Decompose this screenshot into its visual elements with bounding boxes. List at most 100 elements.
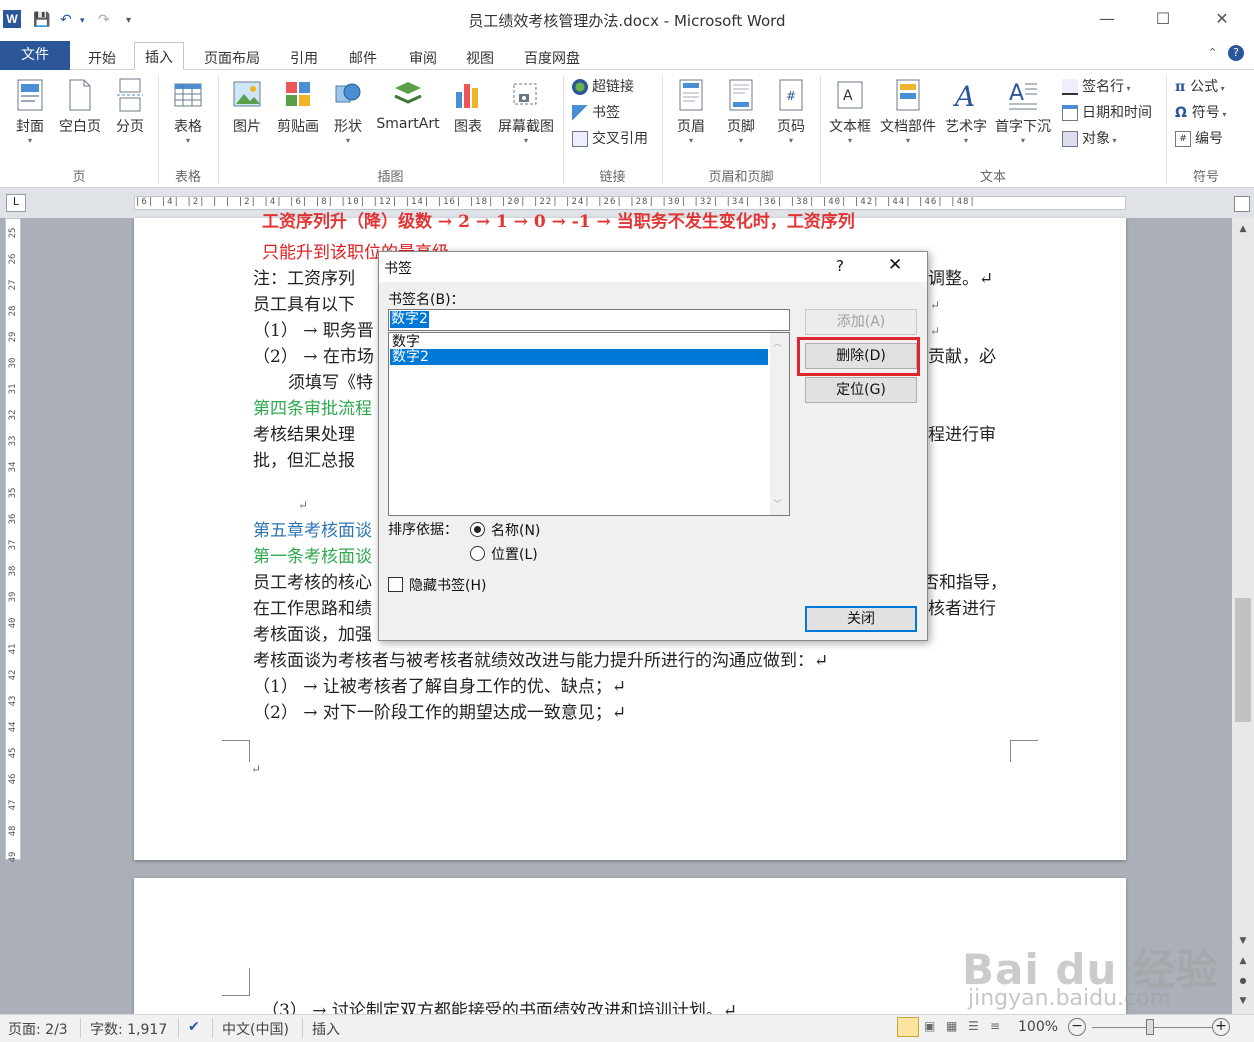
zoom-in-button[interactable]: +	[1212, 1018, 1230, 1036]
full-screen-reading-icon[interactable]: ▣	[924, 1019, 935, 1033]
insert-mode[interactable]: 插入	[312, 1019, 340, 1039]
dialog-title-bar	[379, 252, 927, 282]
close-dialog-button[interactable]: 关闭	[805, 606, 917, 632]
tab-view[interactable]: 视图	[456, 44, 504, 70]
blank-page-button[interactable]: 空白页	[56, 78, 104, 136]
hidden-bookmarks-checkbox[interactable]	[388, 577, 403, 592]
svg-text:A: A	[843, 88, 853, 104]
group-label-pages: 页	[72, 170, 86, 185]
add-bookmark-button[interactable]: 添加(A)	[805, 309, 917, 335]
draft-view-icon[interactable]: ≡	[990, 1019, 1000, 1033]
language-indicator[interactable]: 中文(中国)	[222, 1019, 289, 1039]
drop-cap-button[interactable]: A 首字下沉 ▾	[992, 78, 1054, 145]
outline-view-icon[interactable]: ☰	[968, 1019, 979, 1033]
print-layout-view-button[interactable]	[897, 1017, 919, 1037]
cover-page-icon	[17, 79, 43, 111]
bookmark-name-input[interactable]	[388, 309, 790, 331]
quick-parts-icon	[896, 79, 920, 111]
dialog-close-icon[interactable]: ✕	[888, 255, 902, 275]
collapse-ribbon-icon[interactable]: ⌃	[1208, 46, 1217, 59]
page-number-button[interactable]: # 页码 ▾	[772, 78, 810, 145]
tab-insert[interactable]: 插入	[134, 42, 184, 70]
tab-file[interactable]: 文件	[0, 41, 70, 70]
doc-line: 员工考核的核心	[253, 573, 372, 593]
browse-object-icon[interactable]: ●	[1232, 972, 1254, 990]
picture-icon	[233, 81, 261, 107]
tab-references[interactable]: 引用	[280, 44, 328, 70]
text-box-button[interactable]: A 文本框 ▾	[826, 78, 874, 145]
vertical-ruler-number: 48	[8, 825, 18, 837]
footer-icon	[729, 79, 753, 111]
bookmark-list-item[interactable]: 数字	[390, 334, 768, 350]
page-count[interactable]: 页面: 2/3	[8, 1019, 68, 1039]
chart-button[interactable]: 图表	[450, 78, 486, 136]
header-button[interactable]: 页眉 ▾	[672, 78, 710, 145]
quick-parts-button[interactable]: 文档部件 ▾	[878, 78, 938, 145]
tab-baidu-netdisk[interactable]: 百度网盘	[514, 44, 590, 70]
sort-by-location-label[interactable]: 位置(L)	[491, 544, 538, 564]
bookmark-list-item-selected[interactable]: 数字2	[390, 349, 768, 365]
help-icon[interactable]: ?	[1228, 45, 1244, 61]
list-scroll-down-icon[interactable]: ﹀	[773, 497, 782, 510]
sort-by-location-radio[interactable]	[470, 546, 485, 561]
bookmark-list-scrollbar[interactable]	[770, 333, 789, 515]
footer-button[interactable]: 页脚 ▾	[722, 78, 760, 145]
hyperlink-button[interactable]: 超链接	[572, 76, 634, 98]
doc-line: （1） → 职务晋	[253, 321, 374, 341]
date-time-button[interactable]: 日期和时间	[1062, 102, 1152, 124]
vertical-ruler-number: 27	[8, 279, 18, 291]
vertical-ruler-number: 33	[8, 435, 18, 447]
vertical-ruler-number: 38	[8, 565, 18, 577]
object-button[interactable]: 对象 ▾	[1062, 128, 1117, 150]
doc-heading: 第四条审批流程	[253, 399, 372, 419]
sort-by-name-radio[interactable]	[470, 522, 485, 537]
vertical-ruler-number: 49	[8, 851, 18, 863]
screenshot-button[interactable]: 屏幕截图 ▾	[494, 78, 558, 145]
scroll-down-arrow[interactable]: ▼	[1232, 932, 1254, 950]
wordart-button[interactable]: A 艺术字 ▾	[942, 78, 990, 145]
tab-home[interactable]: 开始	[78, 44, 126, 70]
zoom-out-button[interactable]: −	[1068, 1018, 1086, 1036]
group-label-illustrations: 插图	[377, 170, 404, 185]
web-layout-icon[interactable]: ▦	[946, 1019, 957, 1033]
signature-line-button[interactable]: 签名行 ▾	[1062, 76, 1131, 98]
sort-by-name-label[interactable]: 名称(N)	[491, 520, 540, 540]
minimize-button[interactable]: —	[1092, 8, 1122, 30]
vertical-ruler-number: 46	[8, 773, 18, 785]
page-break-button[interactable]: 分页	[112, 78, 148, 136]
hidden-bookmarks-label[interactable]: 隐藏书签(H)	[409, 575, 486, 595]
previous-page-arrow[interactable]: ▲	[1232, 952, 1254, 970]
tab-stop-selector[interactable]: L	[6, 194, 26, 212]
table-button[interactable]: 表格 ▾	[168, 78, 208, 145]
shapes-button[interactable]: 形状 ▾	[330, 78, 366, 145]
tab-mailings[interactable]: 邮件	[339, 44, 387, 70]
scrollbar-thumb[interactable]	[1235, 598, 1251, 722]
tab-review[interactable]: 审阅	[399, 44, 447, 70]
proofing-icon[interactable]: ✔	[188, 1019, 200, 1035]
tab-page-layout[interactable]: 页面布局	[194, 44, 270, 70]
list-scroll-up-icon[interactable]: ︿	[773, 336, 782, 349]
clip-art-button[interactable]: 剪贴画	[274, 78, 322, 136]
word-count[interactable]: 字数: 1,917	[90, 1019, 167, 1039]
view-ruler-icon[interactable]	[1234, 196, 1250, 212]
cross-reference-button[interactable]: 交叉引用	[572, 128, 648, 150]
picture-button[interactable]: 图片	[228, 78, 266, 136]
maximize-button[interactable]: ☐	[1148, 8, 1178, 30]
symbol-button[interactable]: Ω 符号 ▾	[1175, 102, 1226, 124]
vertical-ruler-number: 31	[8, 383, 18, 395]
vertical-ruler-number: 40	[8, 617, 18, 629]
cover-page-button[interactable]: 封面 ▾	[10, 78, 50, 145]
smartart-button[interactable]: SmartArt	[372, 78, 444, 132]
scroll-up-arrow[interactable]: ▲	[1232, 220, 1254, 238]
equation-button[interactable]: π 公式 ▾	[1175, 76, 1225, 98]
margin-corner-mark	[1010, 740, 1038, 762]
dialog-help-button[interactable]: ?	[836, 257, 844, 275]
numbering-button[interactable]: # 编号	[1175, 128, 1223, 150]
bookmark-button[interactable]: 书签	[572, 102, 620, 124]
goto-bookmark-button[interactable]: 定位(G)	[805, 377, 917, 403]
zoom-level[interactable]: 100%	[1018, 1019, 1058, 1035]
zoom-slider-thumb[interactable]	[1146, 1019, 1154, 1035]
delete-bookmark-button[interactable]: 删除(D)	[805, 343, 917, 369]
close-window-button[interactable]: ✕	[1207, 8, 1237, 30]
next-page-arrow[interactable]: ▼	[1232, 992, 1254, 1010]
